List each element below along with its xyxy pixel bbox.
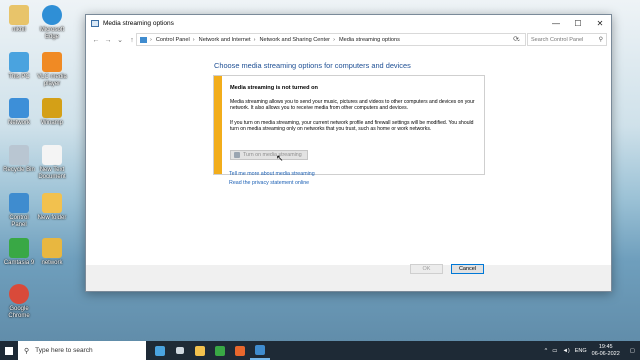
clock[interactable]: 19:45 06-06-2022	[592, 344, 620, 357]
desktop-icon-recycle-bin[interactable]: Recycle Bin	[1, 145, 37, 174]
window-title: Media streaming options	[103, 19, 174, 27]
recent-locations-button[interactable]: ⌄	[114, 36, 126, 44]
privacy-statement-link[interactable]: Read the privacy statement online	[229, 180, 309, 186]
desktop-icon-control-panel[interactable]: Control Panel	[1, 193, 37, 229]
breadcrumb-network-and-internet[interactable]: Network and Internet	[199, 37, 251, 43]
minimize-button[interactable]: —	[545, 15, 567, 31]
address-bar[interactable]: › Control Panel › Network and Internet ›…	[136, 33, 526, 46]
start-button[interactable]	[0, 341, 18, 360]
chevron-right-icon: ›	[253, 36, 256, 43]
recorder-icon	[235, 345, 245, 356]
camtasia-icon	[9, 238, 29, 258]
maximize-button[interactable]: ☐	[567, 15, 589, 31]
folder-icon	[42, 238, 62, 258]
system-tray: ^ ▭ ◄) ENG 19:45 06-06-2022 ▢	[545, 341, 640, 360]
news-widget-icon	[155, 345, 165, 356]
control-panel-icon	[9, 193, 29, 213]
address-bar-row: ← → ⌄ ↑ › Control Panel › Network and In…	[86, 31, 611, 49]
user-folder-icon	[9, 5, 29, 25]
desktop-icon-new-folder[interactable]: New folder	[34, 193, 70, 222]
taskbar-control-panel[interactable]	[250, 341, 270, 360]
breadcrumb-media-streaming-options[interactable]: Media streaming options	[339, 37, 400, 43]
streaming-info-panel: Media streaming is not turned on Media s…	[213, 75, 485, 175]
turn-on-label: Turn on media streaming	[243, 152, 302, 158]
desktop-icon-new-text-document[interactable]: New Text Document	[34, 145, 70, 181]
desktop-icon-chrome[interactable]: Google Chrome	[1, 284, 37, 320]
desktop-icon-nikhil[interactable]: nikhil	[1, 5, 37, 34]
chrome-icon	[9, 284, 29, 304]
desktop-icon-camtasia[interactable]: Camtasia 9	[1, 238, 37, 267]
learn-more-link[interactable]: Tell me more about media streaming	[229, 171, 315, 177]
network-icon	[9, 98, 29, 118]
speaker-icon[interactable]: ◄)	[562, 348, 569, 354]
taskbar-camtasia[interactable]	[210, 341, 230, 360]
refresh-button[interactable]: ⟳	[509, 33, 523, 46]
language-indicator[interactable]: ENG	[575, 348, 587, 354]
taskbar-file-explorer[interactable]	[190, 341, 210, 360]
computer-icon	[9, 52, 29, 72]
media-streaming-window: Media streaming options — ☐ ✕ ← → ⌄ ↑ › …	[85, 14, 612, 292]
taskbar-news-widget[interactable]	[150, 341, 170, 360]
taskbar-task-view[interactable]	[170, 341, 190, 360]
recycle-bin-icon	[9, 145, 29, 165]
clock-date: 06-06-2022	[591, 350, 620, 357]
taskbar: ⚲ Type here to search ^ ▭ ◄) ENG 19:45 0…	[0, 341, 640, 360]
search-icon: ⚲	[598, 37, 603, 43]
warning-stripe	[214, 76, 222, 174]
dialog-footer	[86, 265, 611, 291]
panel-title: Media streaming is not turned on	[230, 85, 318, 91]
desktop-icon-network-folder[interactable]: network	[34, 238, 70, 267]
breadcrumb-control-panel[interactable]: Control Panel	[156, 37, 190, 43]
edge-icon	[42, 5, 62, 25]
taskbar-search-input[interactable]: ⚲ Type here to search	[18, 341, 146, 360]
control-panel-location-icon	[140, 36, 147, 43]
camtasia-icon	[215, 345, 225, 356]
control-panel-icon	[255, 344, 265, 355]
turn-on-media-streaming-button[interactable]: Turn on media streaming	[230, 150, 308, 160]
forward-button[interactable]: →	[102, 37, 114, 44]
close-button[interactable]: ✕	[589, 15, 611, 31]
page-heading: Choose media streaming options for compu…	[214, 61, 411, 70]
desktop-icon-this-pc[interactable]: This PC	[1, 52, 37, 81]
winamp-icon	[42, 98, 62, 118]
network-icon[interactable]: ▭	[552, 348, 557, 354]
taskbar-search-placeholder: Type here to search	[35, 347, 93, 354]
breadcrumb-network-and-sharing-center[interactable]: Network and Sharing Center	[259, 37, 330, 43]
chevron-right-icon: ›	[150, 36, 152, 43]
search-placeholder: Search Control Panel	[531, 36, 584, 43]
desktop-icon-winamp[interactable]: Winamp	[34, 98, 70, 127]
panel-warning: If you turn on media streaming, your cur…	[230, 120, 474, 133]
windows-logo-icon	[5, 346, 13, 355]
title-bar[interactable]: Media streaming options — ☐ ✕	[86, 15, 611, 31]
search-icon: ⚲	[24, 347, 30, 355]
folder-icon	[42, 193, 62, 213]
panel-description: Media streaming allows you to send your …	[230, 99, 475, 112]
window-app-icon	[91, 19, 99, 27]
ok-button[interactable]: OK	[410, 264, 443, 274]
desktop-icon-network[interactable]: Network	[1, 98, 37, 127]
notification-icon[interactable]: ▢	[630, 348, 635, 354]
task-view-icon	[176, 347, 184, 354]
chevron-right-icon: ›	[333, 36, 335, 43]
folder-icon	[195, 345, 205, 356]
taskbar-recorder[interactable]	[230, 341, 250, 360]
desktop-icon-edge[interactable]: Microsoft Edge	[34, 5, 70, 41]
back-button[interactable]: ←	[90, 37, 102, 44]
search-input[interactable]: Search Control Panel ⚲	[527, 33, 607, 46]
chevron-up-icon[interactable]: ^	[545, 348, 548, 354]
text-document-icon	[42, 145, 62, 165]
cancel-button[interactable]: Cancel	[451, 264, 484, 274]
shield-icon	[234, 152, 240, 158]
vlc-icon	[42, 52, 62, 72]
mouse-cursor-icon: ↖	[276, 153, 284, 163]
chevron-right-icon: ›	[192, 36, 195, 43]
desktop-icon-vlc[interactable]: VLC media player	[34, 52, 70, 88]
